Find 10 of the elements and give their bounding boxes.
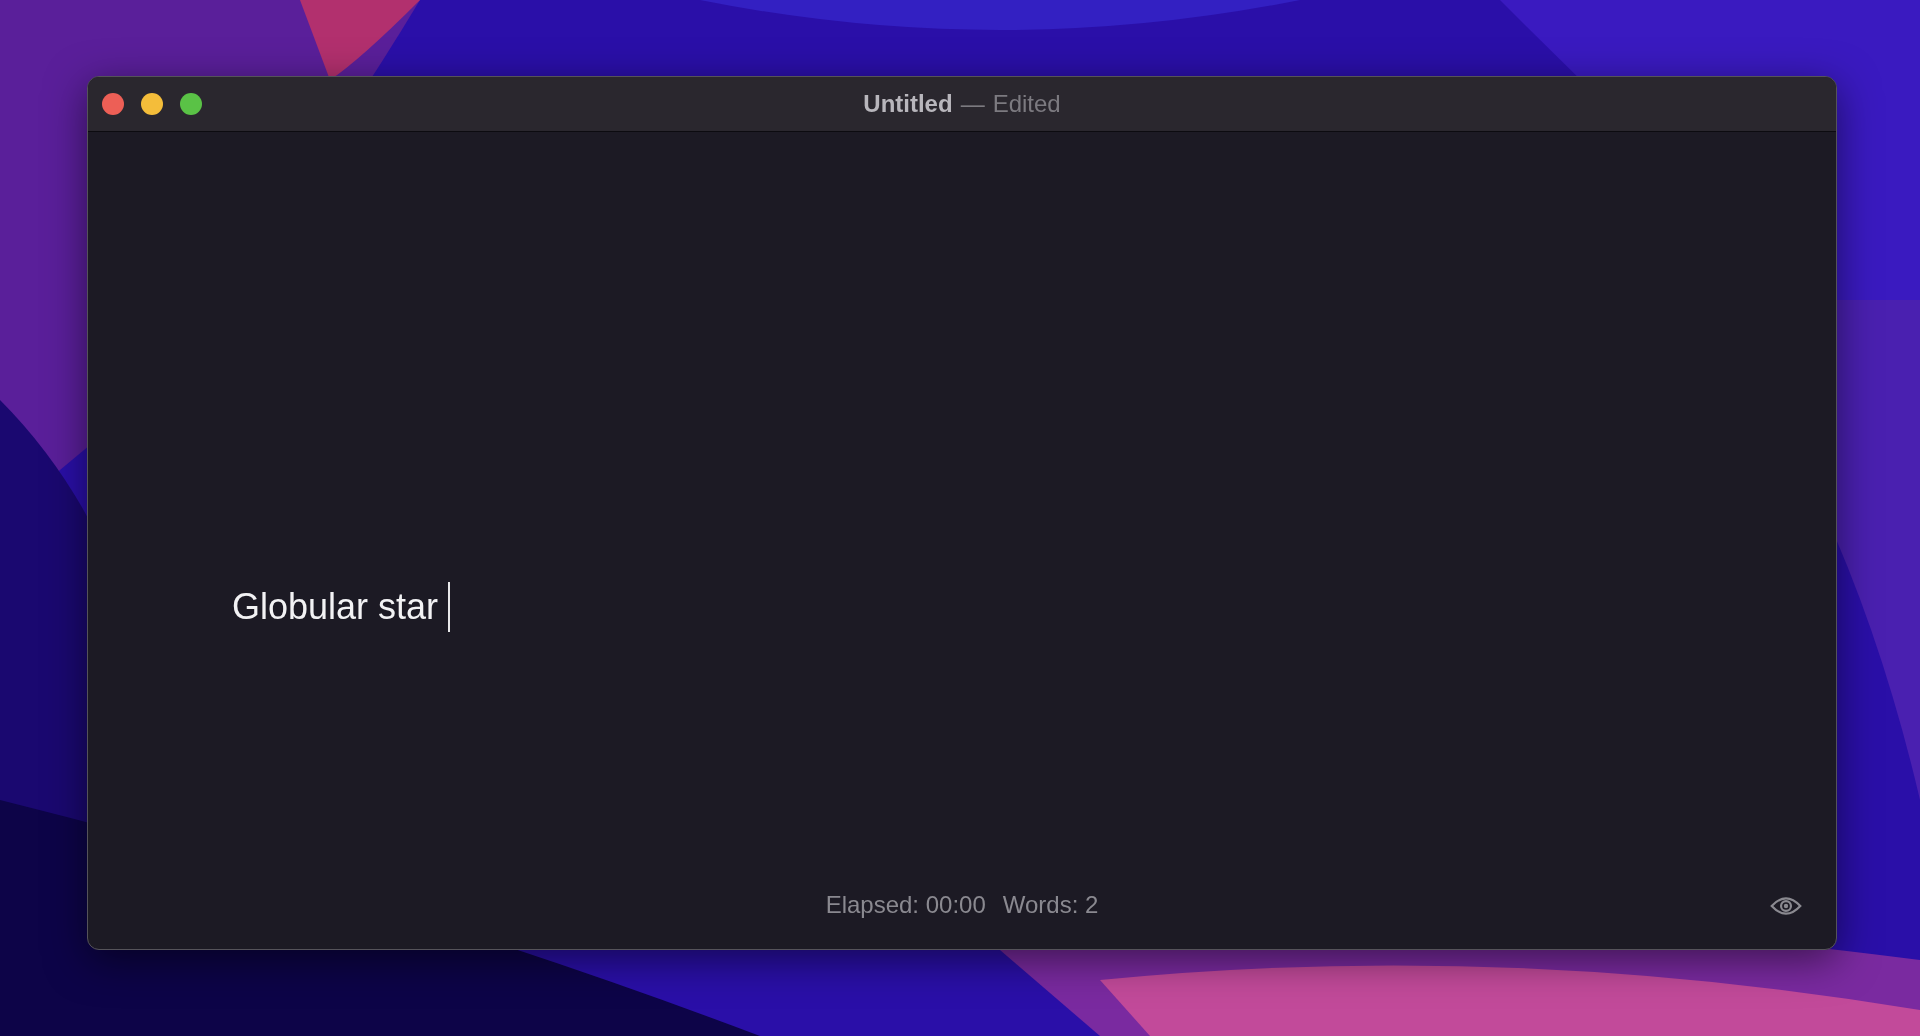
elapsed-time: Elapsed: 00:00 <box>825 891 986 919</box>
preview-eye-icon[interactable] <box>1769 895 1803 917</box>
zoom-button[interactable] <box>180 93 202 115</box>
word-count: Words: 2 <box>1002 891 1099 919</box>
close-button[interactable] <box>102 93 124 115</box>
window-title: Untitled <box>863 90 953 118</box>
document-state: Edited <box>992 90 1061 118</box>
minimize-button[interactable] <box>141 93 163 115</box>
editor-text: Globular star <box>232 585 439 628</box>
title-separator: — <box>960 90 985 118</box>
